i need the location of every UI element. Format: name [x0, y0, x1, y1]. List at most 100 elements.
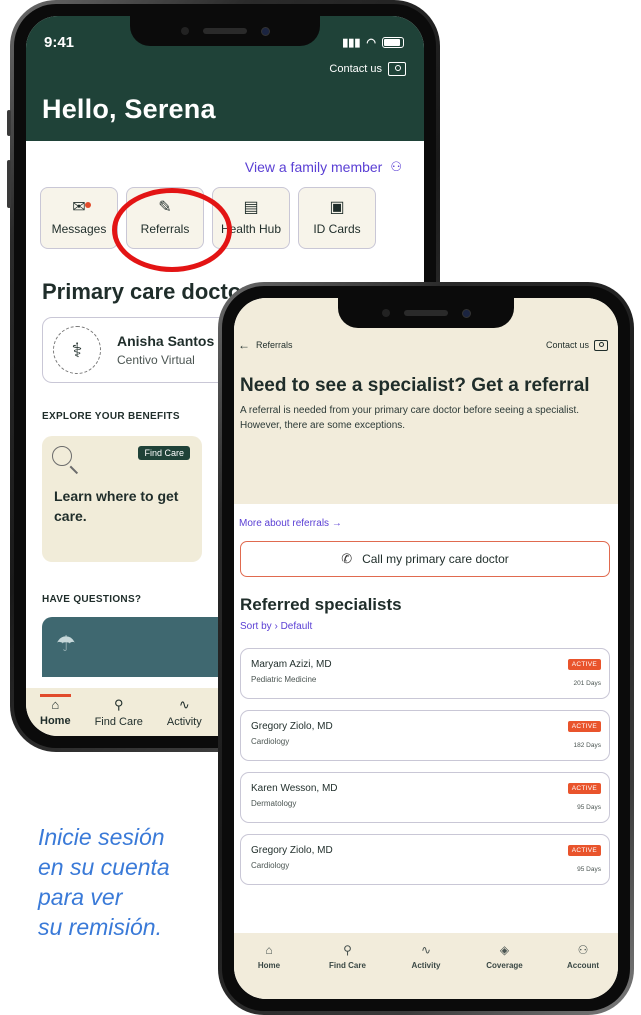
account-icon: ⚇	[577, 943, 589, 957]
phone-bezel: ← Referrals Contact us Need to see a spe…	[222, 286, 630, 1011]
sort-control[interactable]: Sort by › Default	[234, 615, 618, 632]
phone-notch	[130, 16, 320, 46]
contact-us-label: Contact us	[545, 340, 589, 350]
nav-activity[interactable]: ∿ Activity	[401, 943, 451, 999]
referral-card[interactable]: Maryam Azizi, MD Pediatric Medicine ACTI…	[240, 648, 610, 699]
nav-label: Home	[40, 715, 71, 727]
shield-icon: ◈	[499, 943, 510, 957]
referral-doctor-name: Gregory Ziolo, MD	[251, 721, 333, 732]
referral-specialty: Cardiology	[251, 861, 290, 870]
status-badge: ACTIVE	[567, 721, 601, 732]
document-icon: ▤	[243, 199, 259, 216]
mute-switch	[7, 110, 11, 136]
sort-label: Sort by	[240, 621, 272, 632]
referral-days: 95 Days	[577, 866, 601, 873]
more-link-label: More about referrals	[239, 518, 330, 529]
page-title: Need to see a specialist? Get a referral	[240, 375, 590, 396]
camera-lens	[260, 26, 270, 36]
view-family-member-link[interactable]: View a family member ⚇	[26, 141, 424, 175]
family-link-label: View a family member	[244, 159, 383, 175]
referral-card[interactable]: Karen Wesson, MD Dermatology ACTIVE 95 D…	[240, 772, 610, 823]
contact-card-icon	[594, 339, 608, 351]
specialists-title: Referred specialists	[240, 595, 402, 614]
nav-label: Account	[567, 961, 599, 970]
volume-up-button	[7, 160, 11, 208]
referral-doctor-name: Maryam Azizi, MD	[251, 659, 332, 670]
status-time: 9:41	[44, 34, 75, 51]
sensor-dot	[381, 309, 390, 317]
phone-referrals-screen: ← Referrals Contact us Need to see a spe…	[218, 282, 634, 1015]
notification-dot	[85, 202, 91, 208]
referrals-screen: ← Referrals Contact us Need to see a spe…	[234, 298, 618, 999]
people-icon: ⚇	[390, 159, 402, 174]
nav-find-care[interactable]: ⚲ Find Care	[323, 943, 373, 999]
nav-label: Coverage	[486, 961, 523, 970]
nav-home[interactable]: ⌂ Home	[40, 694, 71, 727]
referrals-highlight-circle	[112, 188, 232, 272]
home-icon: ⌂	[51, 697, 60, 712]
search-icon: ⚲	[343, 943, 352, 957]
stethoscope-icon: ⚕	[53, 326, 101, 374]
referral-days: 95 Days	[577, 804, 601, 811]
care-hands-icon: ☂	[56, 631, 76, 656]
status-badge: ACTIVE	[567, 783, 601, 794]
referrals-bottom-nav: ⌂ Home ⚲ Find Care ∿ Activity ◈ Coverage…	[234, 933, 618, 999]
id-card-icon: ▣	[329, 199, 345, 216]
contact-us-label: Contact us	[329, 63, 382, 75]
contact-us-link[interactable]: Contact us	[329, 62, 406, 76]
referral-card[interactable]: Gregory Ziolo, MD Cardiology ACTIVE 95 D…	[240, 834, 610, 885]
sensor-dot	[180, 27, 189, 35]
nav-find-care[interactable]: ⚲ Find Care	[95, 697, 143, 728]
wifi-icon: ◠	[366, 37, 376, 49]
contact-us-link[interactable]: Contact us	[545, 339, 608, 351]
referral-doctor-name: Gregory Ziolo, MD	[251, 845, 333, 856]
nav-home[interactable]: ⌂ Home	[244, 943, 294, 999]
tile-id-cards[interactable]: ▣ ID Cards	[298, 187, 376, 249]
page-description: A referral is needed from your primary c…	[240, 405, 580, 431]
more-about-referrals-link[interactable]: More about referrals →	[234, 504, 618, 529]
caption-line: en su cuenta	[38, 854, 170, 880]
nav-label: Activity	[166, 715, 202, 728]
nav-label: Find Care	[94, 715, 143, 728]
status-badge: ACTIVE	[567, 659, 601, 670]
referral-specialty: Cardiology	[251, 737, 290, 746]
nav-coverage[interactable]: ◈ Coverage	[480, 943, 530, 999]
back-label: Referrals	[256, 340, 293, 350]
doctor-name: Anisha Santos	[117, 333, 215, 349]
phone-icon: ✆	[341, 551, 353, 566]
referral-specialty: Pediatric Medicine	[251, 675, 317, 684]
referral-doctor-name: Karen Wesson, MD	[251, 783, 338, 794]
speaker-grille	[202, 28, 247, 34]
sort-value: Default	[280, 621, 313, 632]
arrow-right-icon: →	[331, 518, 342, 529]
nav-activity[interactable]: ∿ Activity	[167, 697, 202, 728]
activity-icon: ∿	[420, 943, 432, 957]
arrow-left-icon: ←	[238, 338, 250, 352]
referral-card[interactable]: Gregory Ziolo, MD Cardiology ACTIVE 182 …	[240, 710, 610, 761]
status-icons: ▮▮▮ ◠	[342, 36, 404, 49]
tile-label: Messages	[51, 222, 107, 236]
referral-days: 201 Days	[573, 680, 601, 687]
doctor-subtitle: Centivo Virtual	[117, 353, 195, 367]
tile-label: ID Cards	[313, 222, 361, 236]
signal-icon: ▮▮▮	[342, 37, 361, 49]
referrals-header: ← Referrals Contact us Need to see a spe…	[234, 298, 618, 504]
nav-label: Find Care	[329, 961, 366, 970]
referral-days: 182 Days	[573, 742, 601, 749]
nav-account[interactable]: ⚇ Account	[558, 943, 608, 999]
benefit-card[interactable]: Find Care Learn where to get care.	[42, 436, 202, 562]
search-icon: ⚲	[113, 696, 124, 712]
call-doctor-button[interactable]: ✆ Call my primary care doctor	[240, 541, 610, 577]
speaker-grille	[403, 310, 448, 316]
caption-text: Inicie sesión en su cuenta para ver su r…	[38, 822, 170, 942]
find-care-badge: Find Care	[138, 446, 190, 460]
referral-specialty: Dermatology	[251, 799, 297, 808]
doctor-info: Anisha Santos Centivo Virtual	[117, 333, 214, 367]
referral-list: Maryam Azizi, MD Pediatric Medicine ACTI…	[234, 632, 618, 885]
tile-messages[interactable]: ✉ Messages	[40, 187, 118, 249]
caption-line: su remisión.	[38, 914, 162, 940]
nav-label: Home	[257, 961, 281, 970]
caption-line: para ver	[38, 884, 123, 910]
status-badge: ACTIVE	[567, 845, 601, 856]
back-button[interactable]: ← Referrals	[238, 338, 293, 352]
